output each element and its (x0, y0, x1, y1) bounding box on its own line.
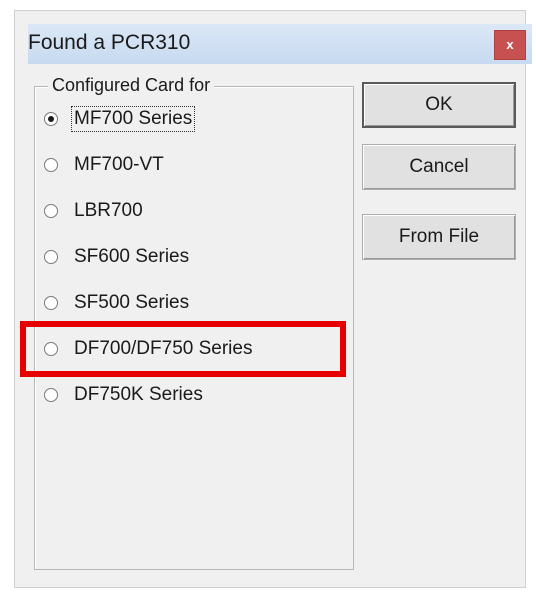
radio-label: MF700 Series (70, 106, 196, 132)
radio-sf600-series[interactable]: SF600 Series (44, 242, 191, 272)
radio-label: SF500 Series (74, 292, 190, 313)
radio-button-icon[interactable] (44, 112, 58, 126)
radio-button-icon[interactable] (44, 204, 58, 218)
radio-label: DF750K Series (74, 384, 203, 405)
radio-df750k-series[interactable]: DF750K Series (44, 380, 205, 410)
cancel-button[interactable]: Cancel (362, 144, 516, 190)
groupbox-label: Configured Card for (48, 75, 215, 96)
radio-button-icon[interactable] (44, 296, 58, 310)
radio-label: SF600 Series (74, 246, 190, 267)
radio-sf500-series[interactable]: SF500 Series (44, 288, 191, 318)
radio-button-icon[interactable] (44, 250, 58, 264)
radio-label: LBR700 (74, 200, 143, 221)
radio-mf700-vt[interactable]: MF700-VT (44, 150, 166, 180)
radio-lbr700[interactable]: LBR700 (44, 196, 145, 226)
radio-mf700-series[interactable]: MF700 Series (44, 104, 196, 134)
radio-button-icon[interactable] (44, 388, 58, 402)
ok-button[interactable]: OK (362, 82, 516, 128)
from-file-button[interactable]: From File (362, 214, 516, 260)
radio-label: MF700-VT (74, 154, 164, 175)
highlight-annotation-box (20, 321, 346, 377)
radio-button-icon[interactable] (44, 158, 58, 172)
window-title: Found a PCR310 (28, 31, 191, 54)
close-button[interactable]: x (494, 30, 526, 60)
title-bar: Found a PCR310 x (28, 24, 532, 64)
